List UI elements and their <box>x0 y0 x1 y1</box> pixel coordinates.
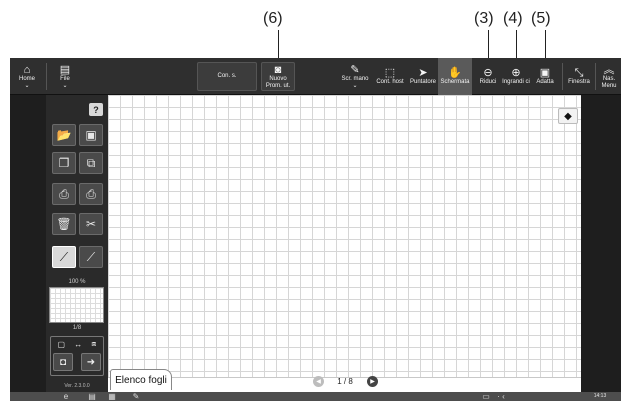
pointer-label: Puntatore <box>409 79 437 85</box>
zoom-in-label: Ingrandi ci <box>502 79 530 85</box>
host-control-label: Cont. host <box>376 79 404 85</box>
app-screen: (6) (3) (4) (5) ⌂ Home ⌄ ▤ File ⌄ Con. s… <box>0 0 621 401</box>
cursor-screen-icon: ⬚ <box>384 67 396 79</box>
connect-session-label-box: Con. s. <box>197 58 257 95</box>
version-label: Ver. 2.3.0.0 <box>64 383 90 389</box>
trash-icon[interactable]: 🗑 <box>52 213 76 235</box>
connect-session-label: Con. s. <box>217 73 237 79</box>
callout-4: (4) <box>503 10 523 27</box>
window-icon: ⤡ <box>574 67 584 79</box>
zoom-out-label: Riduci <box>479 79 497 85</box>
tools-icon[interactable]: ✂ <box>79 213 103 235</box>
callout-6: (6) <box>263 10 283 27</box>
screen-label: Schermata <box>440 79 470 85</box>
zoom-out-button[interactable]: ⊖ Riduci <box>475 58 501 95</box>
layout-toggle-row[interactable]: ▢ ↔ ⧈ <box>53 339 101 349</box>
draw-line-icon[interactable]: ⟋ <box>52 246 76 268</box>
callout-5-line <box>545 30 546 58</box>
handwriting-button[interactable]: ✎ Scr. mano ⌄ <box>340 58 370 95</box>
tray-icons: · ‹ › <box>497 392 505 401</box>
folder-icon[interactable]: ▤ <box>86 392 98 401</box>
stop-icon[interactable]: ◘ <box>53 353 73 371</box>
help-button[interactable]: ? <box>89 103 103 116</box>
save-icon[interactable]: ▣ <box>79 124 103 146</box>
paint-app-icon[interactable]: ✎ <box>130 392 142 401</box>
callout-3-line <box>488 30 489 58</box>
pen-icon: ✎ <box>350 63 360 76</box>
window-button[interactable]: ⤡ Finestra <box>564 58 594 95</box>
sheet-thumbnail[interactable] <box>49 287 104 323</box>
hide-menu-label: Nas. Menu <box>601 75 617 89</box>
dual-view-icon[interactable]: ⧈ <box>91 339 96 349</box>
handwriting-chevron-icon: ⌄ <box>352 82 358 89</box>
host-control-button[interactable]: ⬚ Cont. host <box>373 58 407 95</box>
copy-sheet-icon[interactable]: ❐ <box>52 152 76 174</box>
pointer-button[interactable]: ➤ Puntatore <box>408 58 438 95</box>
zoom-in-icon: ⊕ <box>511 67 521 79</box>
hand-icon: ✋ <box>448 67 462 79</box>
file-chevron-icon: ⌄ <box>62 82 68 89</box>
toolbar-divider <box>46 63 47 90</box>
thumbnail-page-label: 1/8 <box>72 325 82 331</box>
print-all-icon[interactable]: ⎙ <box>79 183 103 205</box>
screen-button[interactable]: ✋ Schermata <box>438 58 472 95</box>
paste-sheet-icon[interactable]: ⧉ <box>79 152 103 174</box>
browser-icon[interactable]: e <box>60 392 72 401</box>
right-margin <box>581 95 621 392</box>
home-label: Home <box>18 75 35 82</box>
exit-icon[interactable]: ➜ <box>81 353 101 371</box>
next-page-icon[interactable]: ▶ <box>367 376 378 387</box>
app-window-icon[interactable]: ▦ <box>106 392 118 401</box>
thumbnail-zoom-label: 100 % <box>68 279 86 285</box>
callout-5: (5) <box>531 10 551 27</box>
handwriting-label: Scr. mano <box>341 75 369 82</box>
camera-icon: ◙ <box>274 63 282 76</box>
new-prom-label: Nuovo Prom. ut. <box>265 75 291 89</box>
callout-6-line <box>278 30 279 58</box>
single-view-icon[interactable]: ▢ <box>58 340 66 349</box>
fit-button[interactable]: ▣ Adatta <box>531 58 559 95</box>
file-icon: ▤ <box>59 63 71 76</box>
home-icon: ⌂ <box>23 63 31 76</box>
expand-panel-icon[interactable]: ◆ <box>558 108 578 124</box>
draw-thin-line-icon[interactable]: ⟋ <box>79 246 103 268</box>
os-taskbar: e ▤ ▦ ✎ ▭ · ‹ › 14:13 <box>10 392 621 401</box>
zoom-in-button[interactable]: ⊕ Ingrandi ci <box>502 58 530 95</box>
hide-menu-button[interactable]: ︽ Nas. Menu <box>597 58 621 95</box>
file-button[interactable]: ▤ File ⌄ <box>50 58 80 95</box>
print-icon[interactable]: ⎙ <box>52 183 76 205</box>
main-toolbar: ⌂ Home ⌄ ▤ File ⌄ Con. s. ◙ Nuovo Prom. … <box>10 58 621 95</box>
file-label: File <box>60 75 70 82</box>
swap-arrow-icon: ↔ <box>74 339 83 349</box>
sheet-list-tab[interactable]: Elenco fogli <box>110 369 172 390</box>
callout-layer: (6) (3) (4) (5) <box>0 0 621 60</box>
toolbar-divider <box>595 63 596 90</box>
callout-4-line <box>516 30 517 58</box>
new-prom-content: ◙ Nuovo Prom. ut. <box>261 58 295 95</box>
pointer-icon: ➤ <box>418 67 428 79</box>
fit-icon: ▣ <box>539 67 551 79</box>
open-folder-icon[interactable]: 📂 <box>52 124 76 146</box>
callout-3: (3) <box>474 10 494 27</box>
left-margin <box>10 95 46 392</box>
window-label: Finestra <box>568 79 590 85</box>
home-button[interactable]: ⌂ Home ⌄ <box>12 58 42 95</box>
home-chevron-icon: ⌄ <box>24 82 30 89</box>
toolbar-divider <box>562 63 563 90</box>
page-indicator: 1 / 8 <box>337 377 353 386</box>
drawing-canvas[interactable] <box>108 95 581 377</box>
clock: 14:13 <box>593 393 607 399</box>
prev-page-icon[interactable]: ◀ <box>313 376 324 387</box>
keyboard-icon[interactable]: ▭ <box>480 392 492 401</box>
fit-label: Adatta <box>536 79 554 85</box>
zoom-out-icon: ⊖ <box>483 67 493 79</box>
collapse-icon: ︽ <box>603 63 615 76</box>
